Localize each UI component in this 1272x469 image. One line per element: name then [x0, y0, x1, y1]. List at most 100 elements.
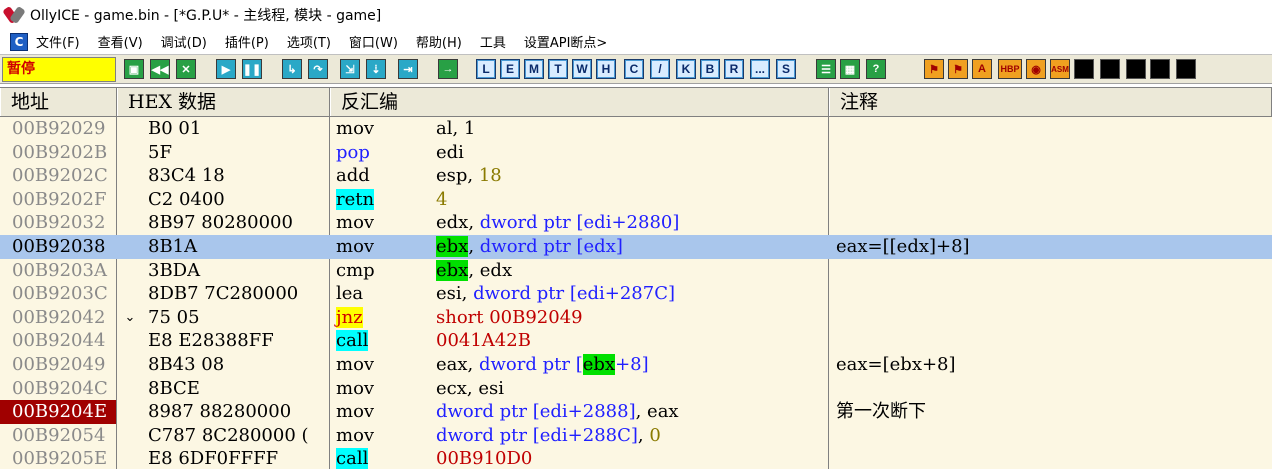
blank-button-3[interactable]	[1126, 59, 1146, 79]
goto-icon[interactable]: →	[438, 59, 458, 79]
breakpoints-window-icon[interactable]: B	[700, 59, 720, 79]
plugin-1-icon[interactable]: ⚑	[924, 59, 944, 79]
references-window-icon[interactable]: R	[724, 59, 744, 79]
step-into-icon[interactable]: ↳	[282, 59, 302, 79]
table-row[interactable]: 00B92032 8B97 80280000 mov edx, dword pt…	[0, 211, 1272, 235]
menu-help[interactable]: 帮助(H)	[416, 32, 462, 51]
appearance-icon[interactable]: ▦	[840, 59, 860, 79]
row-address: 00B92029	[12, 118, 106, 139]
menu-plugins[interactable]: 插件(P)	[225, 32, 269, 51]
patches-window-icon[interactable]: /	[650, 59, 670, 79]
table-row[interactable]: 00B9202F C2 0400 retn 4	[0, 188, 1272, 212]
blank-button-1[interactable]	[1074, 59, 1094, 79]
close-icon[interactable]: ✕	[176, 59, 196, 79]
row-address: 00B9202F	[12, 188, 107, 210]
threads-window-icon[interactable]: T	[548, 59, 568, 79]
call-stack-icon[interactable]: K	[676, 59, 696, 79]
handles-window-icon[interactable]: H	[596, 59, 616, 79]
header-disasm[interactable]: 反汇编	[330, 88, 829, 116]
row-address: 00B9205E	[12, 448, 108, 469]
row-mnemonic: mov	[336, 212, 375, 234]
row-operand: ecx, esi	[436, 377, 504, 399]
plugin-5-icon[interactable]: ◉	[1026, 59, 1046, 79]
row-mnemonic: mov	[336, 236, 375, 257]
asm-icon[interactable]: ASM	[1050, 59, 1070, 79]
row-address-breakpoint: 00B9204E	[0, 400, 116, 424]
row-address: 00B92042	[12, 306, 106, 328]
blank-button-5[interactable]	[1176, 59, 1196, 79]
help-icon[interactable]: ?	[866, 59, 886, 79]
header-comment[interactable]: 注释	[829, 88, 1272, 116]
open-icon[interactable]: ▣	[124, 59, 144, 79]
step-over-icon[interactable]: ↷	[308, 59, 328, 79]
row-mnemonic: pop	[336, 141, 370, 163]
table-row-breakpoint[interactable]: 00B9204E 8987 88280000 mov dword ptr [ed…	[0, 400, 1272, 424]
blank-button-2[interactable]	[1100, 59, 1120, 79]
table-row[interactable]: 00B92029 B0 01 mov al, 1	[0, 117, 1272, 141]
cpu-window-icon[interactable]: C	[10, 32, 28, 51]
table-row[interactable]: 00B92054 C787 8C280000 ( mov dword ptr […	[0, 424, 1272, 448]
row-address: 00B92032	[12, 212, 106, 234]
blank-button-4[interactable]	[1150, 59, 1170, 79]
table-row-selected[interactable]: 00B92038 8B1A mov ebx, dword ptr [edx] e…	[0, 235, 1272, 259]
menu-view[interactable]: 查看(V)	[98, 32, 143, 51]
modules-window-icon[interactable]: E	[500, 59, 520, 79]
row-address: 00B9204C	[12, 377, 108, 399]
table-row[interactable]: 00B9205E E8 6DF0FFFF call 00B910D0	[0, 447, 1272, 469]
table-row[interactable]: 00B9203C 8DB7 7C280000 lea esi, dword pt…	[0, 282, 1272, 306]
row-address: 00B9203A	[12, 259, 107, 281]
row-mnemonic: cmp	[336, 259, 375, 281]
menu-debug[interactable]: 调试(D)	[161, 32, 207, 51]
row-address: 00B9202C	[12, 165, 108, 187]
menu-file[interactable]: 文件(F)	[36, 32, 80, 51]
hardware-breakpoint-icon[interactable]: HBP	[998, 59, 1022, 79]
plugin-2-icon[interactable]: ⚑	[948, 59, 968, 79]
run-icon[interactable]: ▶	[216, 59, 236, 79]
row-mnemonic: jnz	[336, 306, 363, 328]
source-window-icon[interactable]: S	[776, 59, 796, 79]
ollydbg-bug-icon	[2, 5, 26, 25]
row-comment: eax=[[edx]+8]	[836, 236, 970, 257]
menu-options[interactable]: 选项(T)	[287, 32, 331, 51]
table-row[interactable]: 00B92044 E8 E28388FF call 0041A42B	[0, 329, 1272, 353]
menu-tools[interactable]: 工具	[480, 32, 506, 51]
table-row[interactable]: 00B9202C 83C4 18 add esp, 18	[0, 164, 1272, 188]
table-row[interactable]: 00B92042 ⌄ 75 05 jnz short 00B92049	[0, 306, 1272, 330]
row-address: 00B92054	[12, 424, 106, 446]
row-operand: dword ptr [edi+2888], eax	[436, 401, 679, 423]
row-hex: E8 6DF0FFFF	[148, 448, 279, 469]
table-row[interactable]: 00B9203A 3BDA cmp ebx, edx	[0, 259, 1272, 283]
trace-into-icon[interactable]: ⇲	[340, 59, 360, 79]
toolbar: 暂停 ▣ ◀◀ ✕ ▶ ❚❚ ↳ ↷ ⇲ ⇣ ⇥ → L E M T W H C…	[0, 54, 1272, 84]
restart-icon[interactable]: ◀◀	[150, 59, 170, 79]
header-hex[interactable]: HEX 数据	[117, 88, 330, 116]
row-hex: B0 01	[148, 118, 202, 139]
table-row[interactable]: 00B9202B 5F pop edi	[0, 141, 1272, 165]
execute-till-return-icon[interactable]: ⇥	[398, 59, 418, 79]
row-mnemonic: call	[336, 330, 369, 352]
run-trace-icon[interactable]: ...	[750, 59, 770, 79]
disassembly-pane[interactable]: 00B92029 B0 01 mov al, 1 00B9202B 5F pop…	[0, 117, 1272, 469]
row-hex: 8DB7 7C280000	[148, 283, 299, 305]
row-hex: C2 0400	[148, 188, 225, 210]
row-mnemonic: mov	[336, 377, 375, 399]
windows-window-icon[interactable]: W	[572, 59, 592, 79]
menu-api-breakpoints[interactable]: 设置API断点>	[524, 32, 607, 51]
row-hex: 8B43 08	[148, 354, 225, 375]
pause-icon[interactable]: ❚❚	[242, 59, 262, 79]
table-row[interactable]: 00B92049 8B43 08 mov eax, dword ptr [ebx…	[0, 353, 1272, 377]
plugin-3-icon[interactable]: A	[972, 59, 992, 79]
list-icon[interactable]: ☰	[816, 59, 836, 79]
header-address[interactable]: 地址	[0, 88, 117, 116]
row-address: 00B92038	[12, 236, 106, 257]
cpu-window-icon-btn[interactable]: C	[624, 59, 644, 79]
menu-window[interactable]: 窗口(W)	[349, 32, 398, 51]
table-row[interactable]: 00B9204C 8BCE mov ecx, esi	[0, 377, 1272, 401]
row-operand: edx, dword ptr [edi+2880]	[436, 212, 680, 234]
row-hex: 5F	[148, 141, 172, 163]
row-operand: esp, 18	[436, 165, 502, 187]
title-bar: OllyICE - game.bin - [*G.P.U* - 主线程, 模块 …	[0, 0, 1272, 30]
log-window-icon[interactable]: L	[476, 59, 496, 79]
trace-over-icon[interactable]: ⇣	[366, 59, 386, 79]
memory-window-icon[interactable]: M	[524, 59, 544, 79]
